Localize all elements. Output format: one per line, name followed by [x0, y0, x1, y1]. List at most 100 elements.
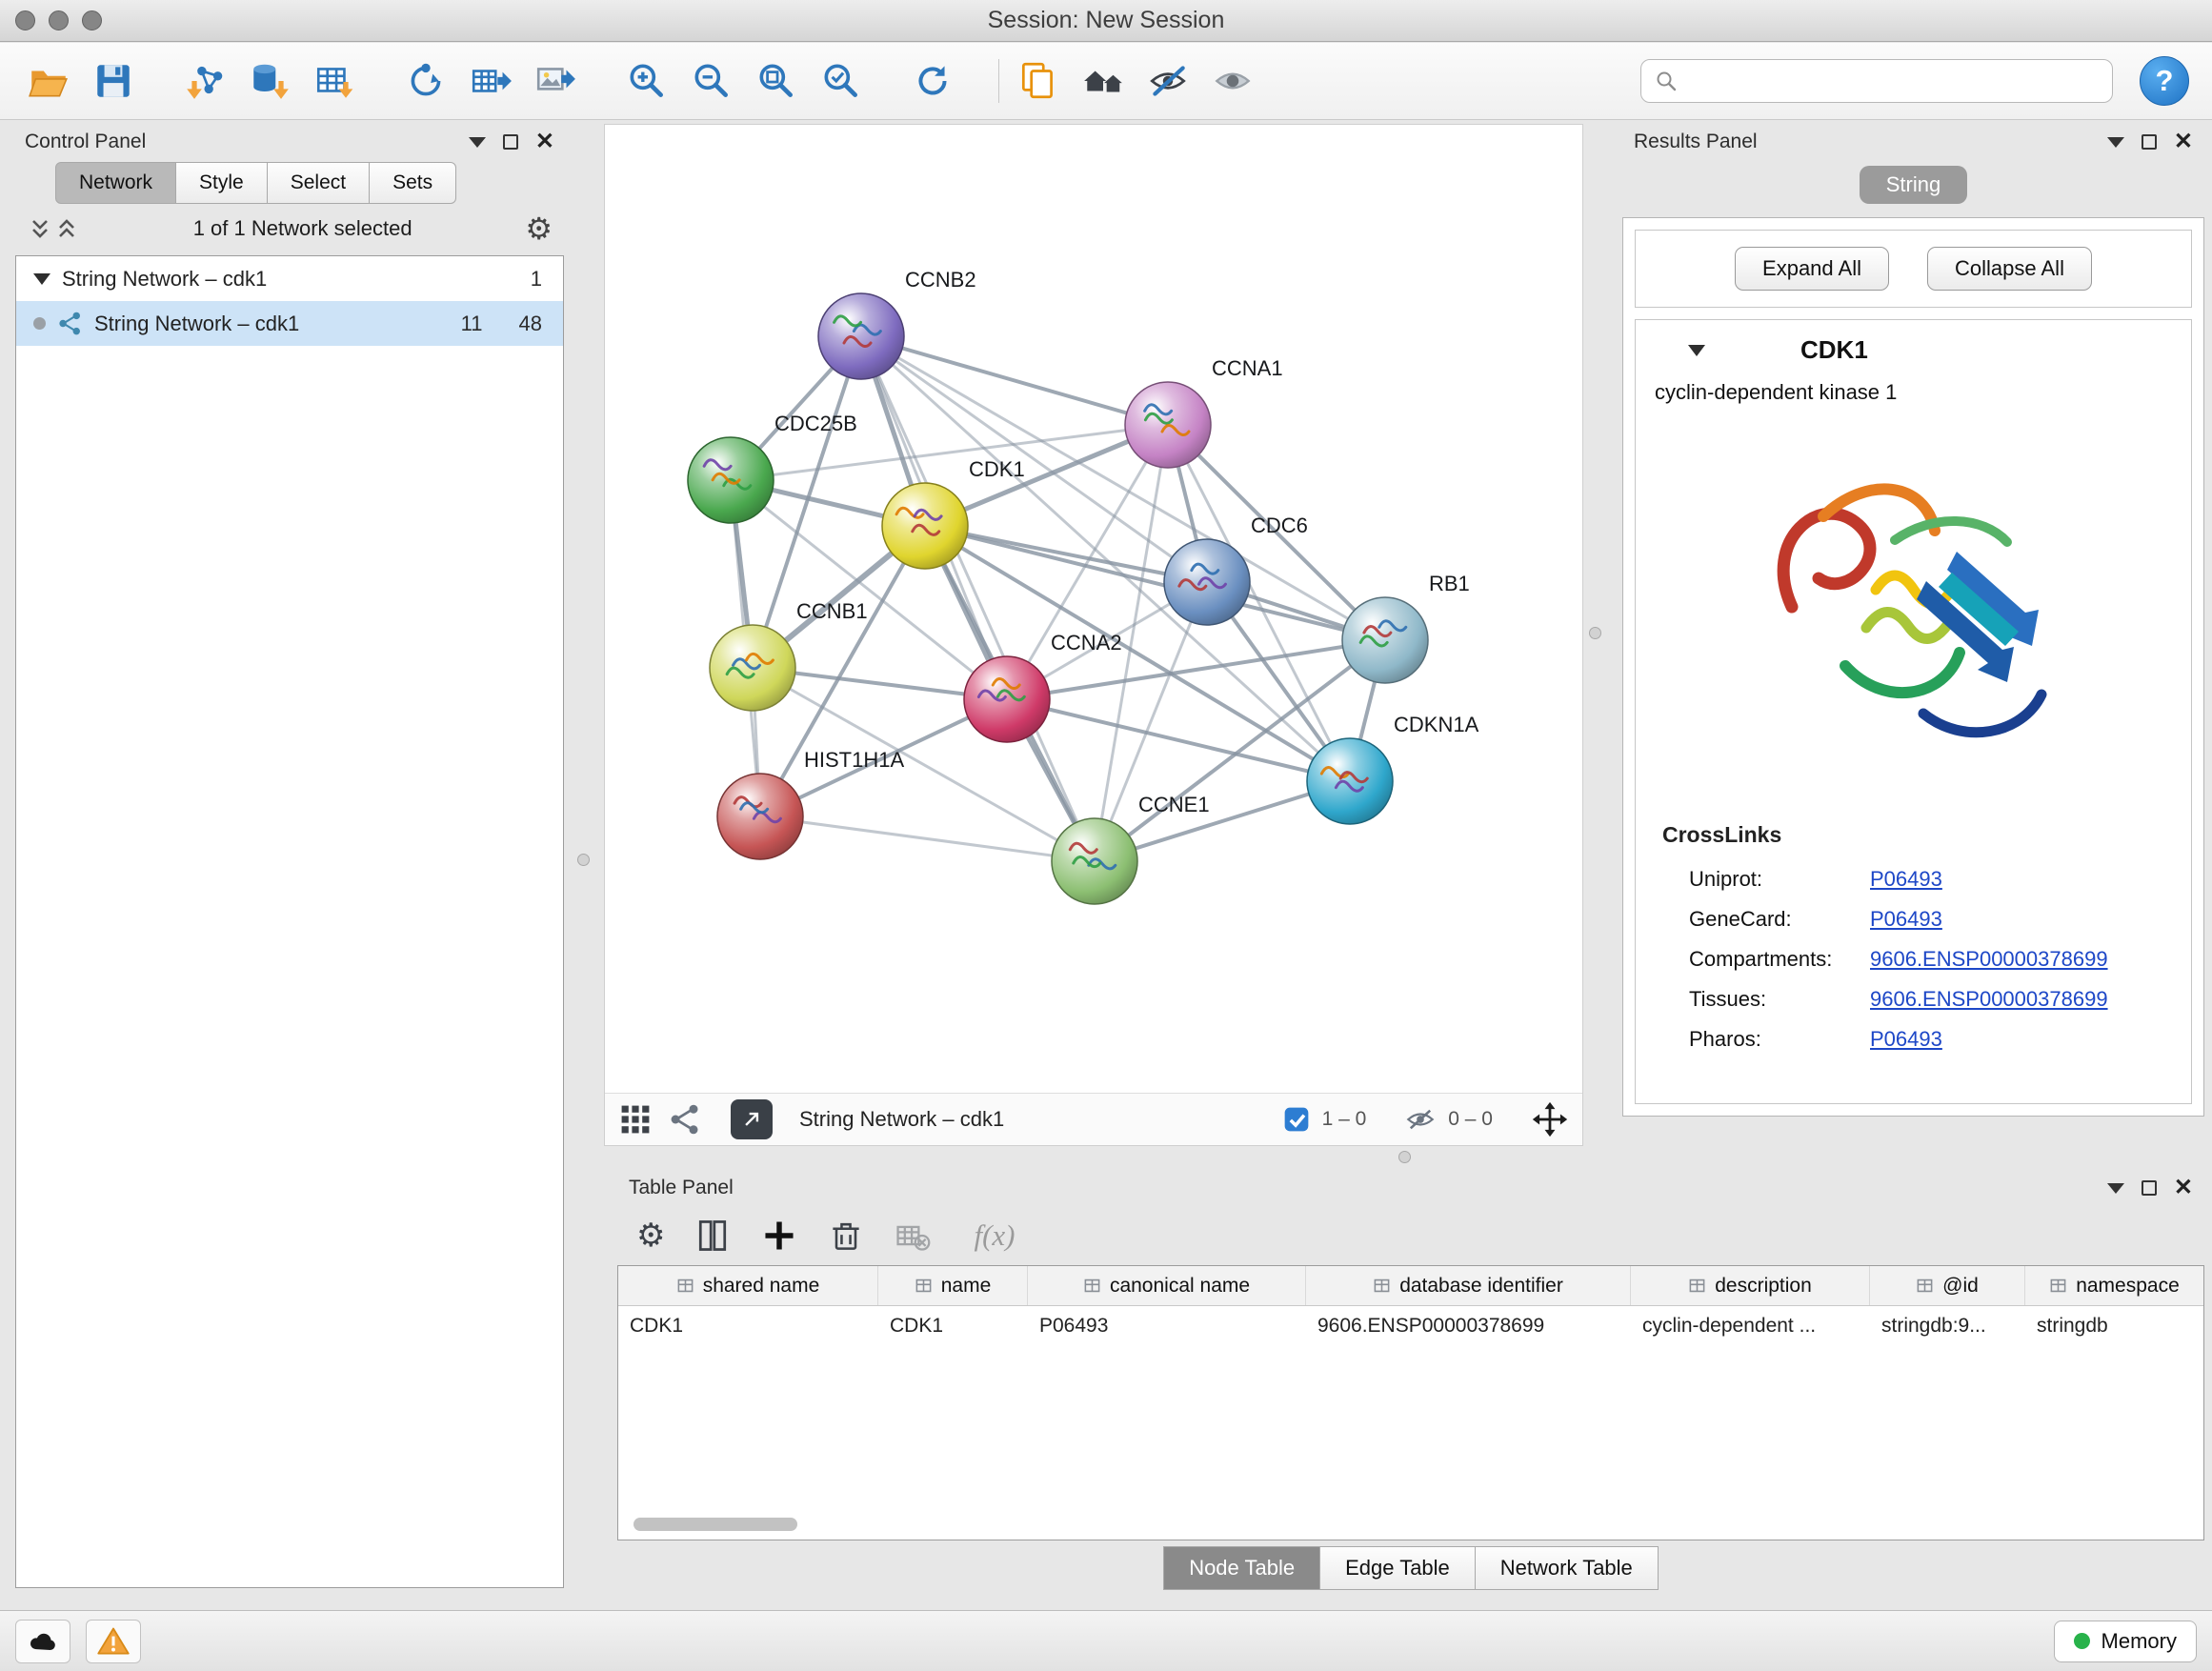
column-header[interactable]: database identifier	[1306, 1266, 1631, 1305]
table-horizontal-scrollbar[interactable]	[626, 1515, 2196, 1534]
table-cell[interactable]: stringdb	[2025, 1306, 2203, 1348]
show-columns-icon[interactable]	[694, 1217, 732, 1255]
panel-close-icon[interactable]: ✕	[2174, 131, 2193, 153]
collapse-all-networks-icon[interactable]	[53, 215, 80, 242]
selected-checkbox-icon[interactable]	[1282, 1105, 1311, 1134]
column-header[interactable]: canonical name	[1028, 1266, 1306, 1305]
network-node[interactable]: CDK1	[882, 457, 1025, 569]
hide-selected-button[interactable]	[1142, 54, 1194, 108]
column-header[interactable]: description	[1631, 1266, 1870, 1305]
maximize-window-icon[interactable]	[82, 10, 102, 30]
panel-float-icon[interactable]	[2142, 1180, 2157, 1196]
gene-collapse-icon[interactable]	[1688, 345, 1705, 356]
show-all-button[interactable]	[1207, 54, 1258, 108]
network-node[interactable]: HIST1H1A	[717, 748, 904, 859]
gear-icon[interactable]: ⚙	[525, 213, 553, 244]
close-window-icon[interactable]	[15, 10, 35, 30]
crosslink-value-link[interactable]: 9606.ENSP00000378699	[1870, 947, 2108, 972]
table-cell[interactable]: 9606.ENSP00000378699	[1306, 1306, 1631, 1348]
crosslink-value-link[interactable]: P06493	[1870, 867, 1942, 892]
column-header[interactable]: name	[878, 1266, 1028, 1305]
scrollbar-thumb[interactable]	[633, 1518, 797, 1531]
panel-menu-icon[interactable]	[469, 137, 486, 148]
import-network-file-button[interactable]	[179, 54, 231, 108]
tab-edge-table[interactable]: Edge Table	[1320, 1546, 1476, 1590]
panel-menu-icon[interactable]	[2107, 1183, 2124, 1194]
zoom-fit-button[interactable]	[751, 54, 802, 108]
network-canvas[interactable]: CCNB2CCNA1CDC25BCDK1CDC6RB1CCNB1CCNA2CDK…	[605, 125, 1582, 1093]
splitter-handle[interactable]	[577, 854, 590, 866]
crosslink-value-link[interactable]: P06493	[1870, 1027, 1942, 1052]
network-graph[interactable]: CCNB2CCNA1CDC25BCDK1CDC6RB1CCNB1CCNA2CDK…	[605, 125, 1582, 1093]
splitter-handle[interactable]	[1589, 627, 1601, 639]
import-table-button[interactable]	[309, 54, 360, 108]
network-node[interactable]: CCNB1	[710, 599, 868, 711]
tab-network[interactable]: Network	[55, 162, 176, 204]
save-session-button[interactable]	[88, 54, 139, 108]
table-settings-gear-icon[interactable]: ⚙	[636, 1219, 665, 1252]
external-link-button[interactable]	[731, 1099, 773, 1139]
network-row[interactable]: String Network – cdk1 11 48	[16, 301, 563, 346]
network-node[interactable]: CCNA1	[1125, 356, 1283, 468]
delete-table-icon[interactable]	[894, 1217, 932, 1255]
column-header[interactable]: @id	[1870, 1266, 2025, 1305]
tab-string[interactable]: String	[1860, 166, 1967, 204]
network-collection-row[interactable]: String Network – cdk1 1	[16, 256, 563, 301]
tab-select[interactable]: Select	[268, 162, 370, 204]
zoom-out-button[interactable]	[686, 54, 737, 108]
clone-network-button[interactable]	[400, 54, 452, 108]
table-cell[interactable]: P06493	[1028, 1306, 1306, 1348]
import-network-database-button[interactable]	[244, 54, 295, 108]
expand-all-networks-icon[interactable]	[27, 215, 53, 242]
hidden-eye-slash-icon[interactable]	[1404, 1103, 1437, 1136]
panel-float-icon[interactable]	[503, 134, 518, 150]
collapse-all-button[interactable]: Collapse All	[1927, 247, 2092, 291]
search-input[interactable]	[1687, 69, 2099, 93]
panel-float-icon[interactable]	[2142, 134, 2157, 150]
zoom-in-button[interactable]	[621, 54, 673, 108]
network-edge[interactable]	[925, 526, 1385, 640]
export-image-button[interactable]	[530, 54, 581, 108]
column-header[interactable]: namespace	[2025, 1266, 2204, 1305]
panel-menu-icon[interactable]	[2107, 137, 2124, 148]
column-header[interactable]: shared name	[618, 1266, 878, 1305]
network-node[interactable]: CCNE1	[1052, 793, 1210, 904]
refresh-view-button[interactable]	[907, 54, 958, 108]
string-home-button[interactable]	[1077, 54, 1129, 108]
toolbar-search[interactable]	[1640, 59, 2113, 103]
function-builder-icon[interactable]: f(x)	[974, 1218, 1015, 1253]
table-cell[interactable]: CDK1	[878, 1306, 1028, 1348]
pan-crosshair-icon[interactable]	[1531, 1100, 1569, 1138]
tab-network-table[interactable]: Network Table	[1476, 1546, 1659, 1590]
export-table-button[interactable]	[465, 54, 516, 108]
panel-close-icon[interactable]: ✕	[535, 131, 554, 153]
gene-header[interactable]: CDK1	[1636, 320, 2191, 374]
network-node[interactable]: RB1	[1342, 572, 1470, 683]
cloud-button[interactable]	[15, 1620, 70, 1663]
table-cell[interactable]: stringdb:9...	[1870, 1306, 2025, 1348]
grid-view-icon[interactable]	[618, 1102, 653, 1137]
network-overview-icon[interactable]	[668, 1102, 702, 1137]
memory-button[interactable]: Memory	[2054, 1621, 2197, 1662]
crosslink-value-link[interactable]: P06493	[1870, 907, 1942, 932]
network-edge[interactable]	[861, 336, 1095, 861]
tab-style[interactable]: Style	[176, 162, 268, 204]
add-column-icon[interactable]	[760, 1217, 798, 1255]
warnings-button[interactable]	[86, 1620, 141, 1663]
network-edge[interactable]	[760, 816, 1095, 861]
zoom-selected-button[interactable]	[815, 54, 867, 108]
help-button[interactable]: ?	[2140, 56, 2189, 106]
network-node[interactable]: CDKN1A	[1307, 713, 1479, 824]
panel-close-icon[interactable]: ✕	[2174, 1177, 2193, 1199]
expand-all-button[interactable]: Expand All	[1735, 247, 1889, 291]
table-row[interactable]: CDK1CDK1P064939606.ENSP00000378699cyclin…	[618, 1306, 2203, 1348]
table-cell[interactable]: CDK1	[618, 1306, 878, 1348]
table-cell[interactable]: cyclin-dependent ...	[1631, 1306, 1870, 1348]
open-session-button[interactable]	[23, 54, 74, 108]
collection-expand-icon[interactable]	[33, 273, 50, 285]
tab-sets[interactable]: Sets	[370, 162, 456, 204]
crosslink-value-link[interactable]: 9606.ENSP00000378699	[1870, 987, 2108, 1012]
tab-node-table[interactable]: Node Table	[1163, 1546, 1320, 1590]
network-edge[interactable]	[861, 336, 1168, 425]
minimize-window-icon[interactable]	[49, 10, 69, 30]
